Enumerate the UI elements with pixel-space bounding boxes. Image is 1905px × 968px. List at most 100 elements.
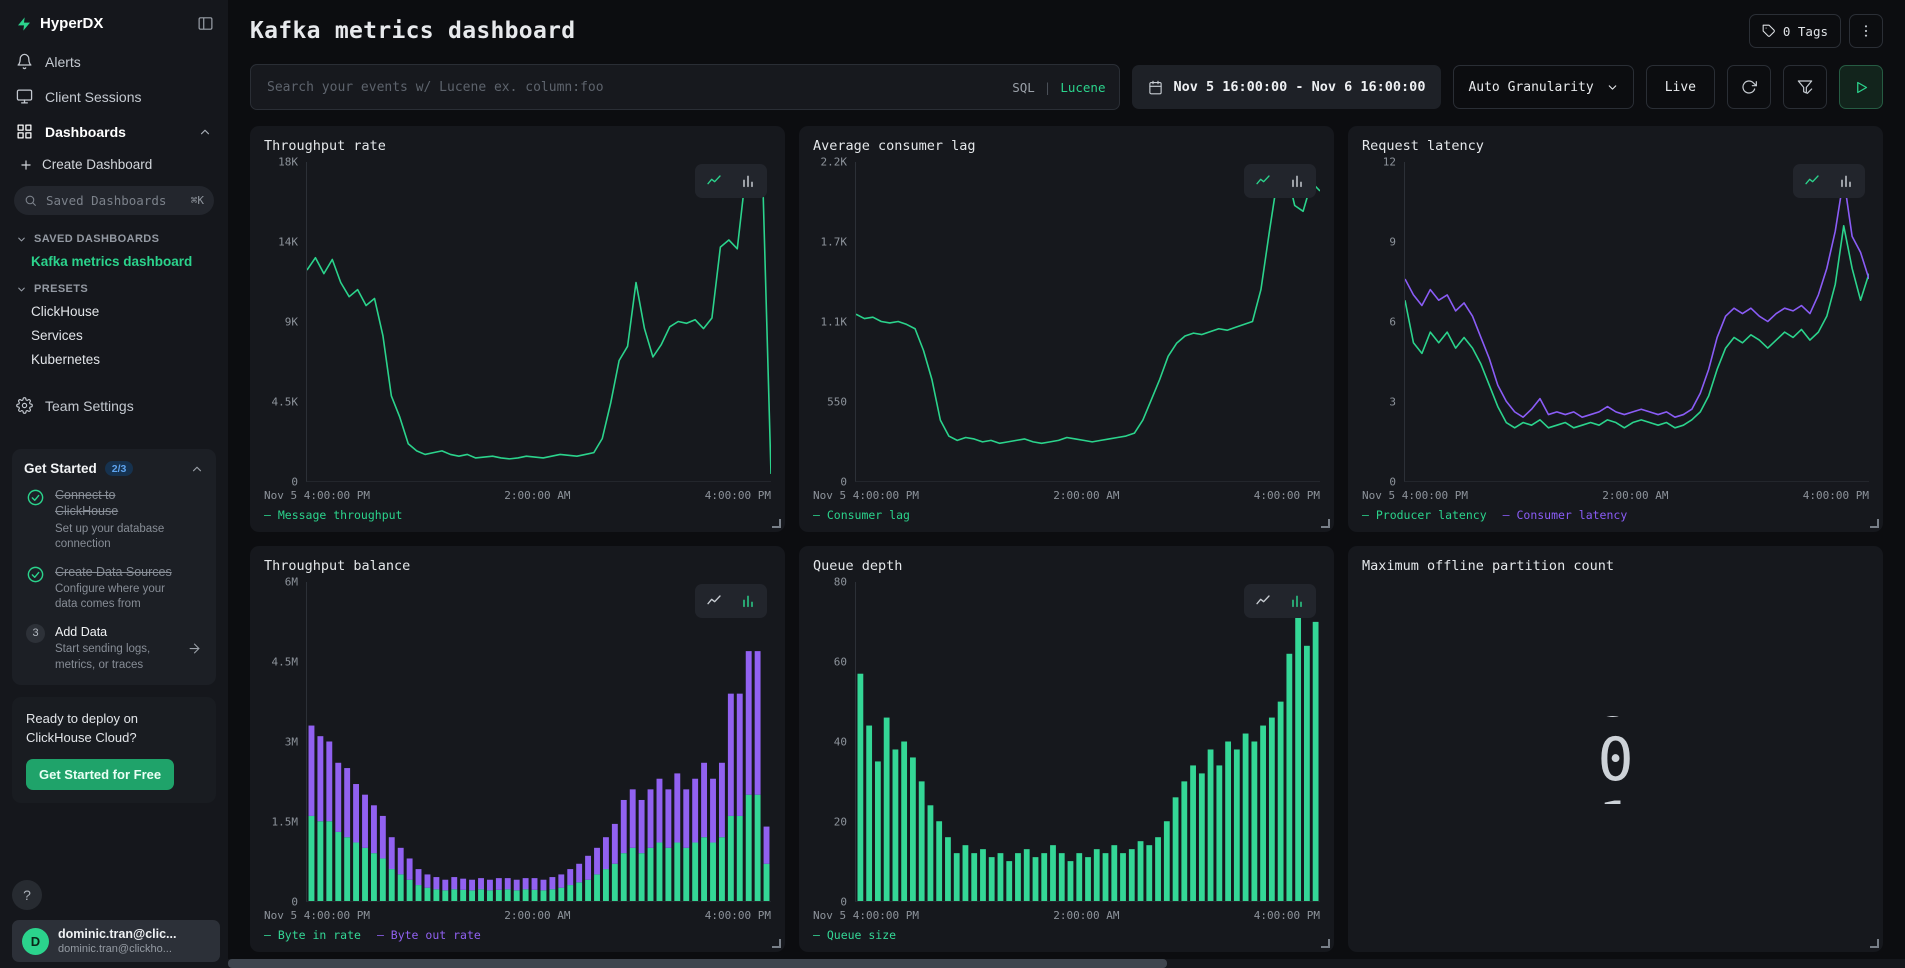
- sidebar-item-services[interactable]: Services: [0, 324, 228, 348]
- line-chart-toggle[interactable]: [700, 169, 728, 193]
- line-chart-toggle[interactable]: [1249, 169, 1277, 193]
- create-dashboard-button[interactable]: Create Dashboard: [0, 149, 228, 181]
- chart-legend: — Consumer lag: [813, 508, 1320, 522]
- resize-handle[interactable]: [1321, 519, 1330, 528]
- line-chart-toggle[interactable]: [1249, 589, 1277, 613]
- get-started-free-button[interactable]: Get Started for Free: [26, 759, 174, 790]
- resize-handle[interactable]: [1321, 939, 1330, 948]
- resize-handle[interactable]: [1870, 939, 1879, 948]
- bar-chart-toggle[interactable]: [1283, 169, 1311, 193]
- sidebar-item-client-sessions[interactable]: Client Sessions: [0, 79, 228, 114]
- mode-separator: |: [1044, 80, 1052, 95]
- sidebar-item-alerts[interactable]: Alerts: [0, 44, 228, 79]
- line-chart-icon: [1255, 593, 1271, 609]
- bar-chart-icon: [1838, 173, 1854, 189]
- line-chart-icon: [706, 593, 722, 609]
- bar-chart-icon: [740, 593, 756, 609]
- refresh-button[interactable]: [1727, 65, 1771, 109]
- collapse-card-button[interactable]: [190, 462, 204, 476]
- chart-throughput-rate[interactable]: Throughput rate 18K14K9K4.5K0 Nov 5 4:00…: [250, 126, 785, 532]
- granularity-select[interactable]: Auto Granularity: [1453, 65, 1633, 109]
- brand-name: HyperDX: [40, 15, 103, 32]
- plot-area: [306, 582, 771, 902]
- event-search[interactable]: SQL | Lucene: [250, 64, 1120, 110]
- sidebar-item-kafka-metrics-dashboard[interactable]: Kafka metrics dashboard: [0, 250, 228, 274]
- bar-chart-toggle[interactable]: [734, 169, 762, 193]
- chart-type-toggle: [695, 584, 767, 618]
- get-started-step-1[interactable]: Connect to ClickHouse Set up your databa…: [26, 487, 202, 553]
- run-query-button[interactable]: [1839, 65, 1883, 109]
- x-axis: Nov 5 4:00:00 PM2:00:00 AM4:00:00 PM: [813, 489, 1320, 502]
- sidebar-collapse-button[interactable]: [197, 15, 214, 32]
- horizontal-scrollbar[interactable]: [228, 959, 1905, 968]
- check-circle-icon: [26, 488, 45, 507]
- resize-handle[interactable]: [1870, 519, 1879, 528]
- sidebar: HyperDX Alerts Client Sessions Dashboard…: [0, 0, 228, 968]
- tags-button[interactable]: 0 Tags: [1749, 14, 1841, 48]
- saved-dashboards-search-input[interactable]: [44, 192, 184, 209]
- chart-title: Request latency: [1362, 138, 1869, 154]
- user-menu[interactable]: D dominic.tran@clic... dominic.tran@clic…: [12, 920, 220, 962]
- chart-max-offline-partition-count[interactable]: Maximum offline partition count 9 0 1: [1348, 546, 1883, 952]
- line-chart-toggle[interactable]: [1798, 169, 1826, 193]
- help-button[interactable]: ?: [12, 880, 42, 910]
- chart-throughput-balance[interactable]: Throughput balance 6M4.5M3M1.5M0 Nov 5 4…: [250, 546, 785, 952]
- chart-type-toggle: [695, 164, 767, 198]
- x-axis: Nov 5 4:00:00 PM2:00:00 AM4:00:00 PM: [813, 909, 1320, 922]
- line-chart-icon: [1255, 173, 1271, 189]
- scrollbar-thumb[interactable]: [228, 959, 1167, 968]
- bar-chart-toggle[interactable]: [734, 589, 762, 613]
- get-started-step-2[interactable]: Create Data Sources Configure where your…: [26, 564, 202, 613]
- sql-mode-toggle[interactable]: SQL: [1012, 80, 1035, 95]
- plot-area: [1404, 162, 1869, 482]
- line-chart-icon: [706, 173, 722, 189]
- progress-badge: 2/3: [105, 461, 134, 476]
- get-started-step-3[interactable]: 3 Add Data Start sending logs, metrics, …: [26, 624, 202, 673]
- chart-queue-depth[interactable]: Queue depth 806040200 Nov 5 4:00:00 PM2:…: [799, 546, 1334, 952]
- sidebar-item-team-settings[interactable]: Team Settings: [0, 388, 228, 423]
- chart-average-consumer-lag[interactable]: Average consumer lag 2.2K1.7K1.1K5500 No…: [799, 126, 1334, 532]
- toolbar: SQL | Lucene Nov 5 16:00:00 - Nov 6 16:0…: [250, 64, 1883, 110]
- chart-title: Throughput rate: [264, 138, 771, 154]
- shortcut-badge: ⌘K: [191, 194, 204, 207]
- bar-chart-toggle[interactable]: [1283, 589, 1311, 613]
- chevron-down-icon: [16, 284, 27, 295]
- user-email: dominic.tran@clickho...: [58, 943, 176, 955]
- event-search-input[interactable]: [265, 79, 1012, 96]
- bar-chart-icon: [1289, 173, 1305, 189]
- bar-chart-icon: [1289, 593, 1305, 609]
- get-started-card: Get Started 2/3 Connect to ClickHouse Se…: [12, 449, 216, 685]
- line-chart-icon: [1804, 173, 1820, 189]
- chart-legend: — Queue size: [813, 928, 1320, 942]
- line-chart-toggle[interactable]: [700, 589, 728, 613]
- chart-type-toggle: [1244, 584, 1316, 618]
- plot-area: [855, 582, 1320, 902]
- plot-area: [855, 162, 1320, 482]
- saved-dashboards-search[interactable]: ⌘K: [14, 186, 214, 215]
- lucene-mode-toggle[interactable]: Lucene: [1060, 80, 1105, 95]
- bar-chart-toggle[interactable]: [1832, 169, 1860, 193]
- more-menu-button[interactable]: [1849, 14, 1883, 48]
- chart-title: Maximum offline partition count: [1362, 558, 1869, 574]
- calendar-icon: [1148, 80, 1163, 95]
- chart-title: Queue depth: [813, 558, 1320, 574]
- resize-handle[interactable]: [772, 519, 781, 528]
- resize-handle[interactable]: [772, 939, 781, 948]
- live-button[interactable]: Live: [1646, 65, 1715, 109]
- date-range-picker[interactable]: Nov 5 16:00:00 - Nov 6 16:00:00: [1132, 65, 1441, 109]
- step-number: 3: [26, 624, 45, 643]
- big-number: 9 0 1: [1597, 716, 1633, 804]
- brand-logo: HyperDX: [16, 15, 103, 32]
- presets-section-toggle[interactable]: PRESETS: [0, 274, 228, 300]
- bar-chart-icon: [740, 173, 756, 189]
- chart-request-latency[interactable]: Request latency 129630 Nov 5 4:00:00 PM2…: [1348, 126, 1883, 532]
- deploy-card: Ready to deploy on ClickHouse Cloud? Get…: [12, 697, 216, 803]
- filter-button[interactable]: [1783, 65, 1827, 109]
- bell-icon: [16, 53, 33, 70]
- saved-dashboards-section-toggle[interactable]: SAVED DASHBOARDS: [0, 224, 228, 250]
- refresh-icon: [1741, 79, 1757, 95]
- sidebar-item-clickhouse[interactable]: ClickHouse: [0, 300, 228, 324]
- sidebar-item-kubernetes[interactable]: Kubernetes: [0, 348, 228, 372]
- page-title: Kafka metrics dashboard: [250, 18, 575, 44]
- sidebar-item-dashboards[interactable]: Dashboards: [0, 114, 228, 149]
